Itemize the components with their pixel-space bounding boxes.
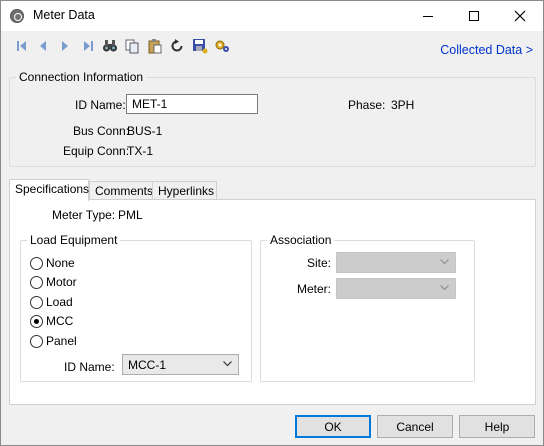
paste-button[interactable]: [146, 37, 164, 55]
first-record-button[interactable]: [13, 37, 31, 55]
meter-type-label: Meter Type:: [52, 208, 116, 222]
association-legend: Association: [267, 233, 335, 247]
meter-data-window: Meter Data Collected Data > Connection I…: [0, 0, 544, 446]
phase-value: 3PH: [391, 98, 415, 112]
radio-none[interactable]: None: [30, 256, 75, 270]
specifications-panel: Meter Type: PML Load Equipment None Moto…: [9, 199, 536, 405]
id-name-field[interactable]: MET-1: [126, 94, 258, 114]
chevron-down-icon: [440, 259, 449, 265]
radio-motor-button[interactable]: [30, 275, 43, 289]
meter-type-value: PML: [118, 208, 143, 222]
chevron-down-icon: [440, 285, 449, 291]
tab-comments[interactable]: Comments: [89, 181, 153, 200]
toolbar: Collected Data >: [1, 31, 543, 61]
radio-none-button[interactable]: [30, 256, 43, 270]
undo-button[interactable]: [168, 37, 186, 55]
radio-panel-label: Panel: [46, 334, 77, 348]
radio-panel-button[interactable]: [30, 334, 43, 348]
app-icon: [10, 9, 24, 23]
radio-motor-label: Motor: [46, 275, 77, 289]
tab-specifications[interactable]: Specifications: [9, 179, 89, 201]
undo-icon: [171, 39, 183, 52]
maximize-icon: [469, 11, 479, 21]
title-bar: Meter Data: [1, 1, 543, 31]
last-icon: [84, 41, 93, 51]
load-equipment-legend: Load Equipment: [27, 233, 121, 247]
close-icon: [514, 10, 526, 22]
equip-conn-value: TX-1: [127, 144, 154, 158]
load-id-name-select[interactable]: MCC-1: [122, 354, 239, 375]
binoculars-find-icon: [103, 40, 117, 52]
find-button[interactable]: [101, 37, 119, 55]
paste-icon: [148, 39, 162, 54]
radio-load[interactable]: Load: [30, 295, 73, 309]
copy-icon: [125, 39, 139, 54]
radio-none-label: None: [46, 256, 75, 270]
maximize-button[interactable]: [451, 1, 497, 31]
minimize-icon: [423, 15, 433, 17]
radio-mcc[interactable]: MCC: [30, 314, 73, 328]
load-id-name-label: ID Name:: [64, 360, 115, 374]
last-record-button[interactable]: [79, 37, 97, 55]
settings-button[interactable]: [213, 37, 231, 55]
id-name-label: ID Name:: [75, 98, 126, 112]
window-title: Meter Data: [33, 8, 95, 22]
help-button[interactable]: Help: [459, 415, 535, 438]
bus-conn-label: Bus Conn:: [73, 124, 130, 138]
chevron-down-icon: [223, 361, 232, 367]
copy-button[interactable]: [123, 37, 141, 55]
next-record-button[interactable]: [56, 37, 74, 55]
load-id-name-value: MCC-1: [128, 358, 166, 372]
bus-conn-value: BUS-1: [127, 124, 163, 138]
minimize-button[interactable]: [405, 1, 451, 31]
first-icon: [17, 41, 26, 51]
radio-mcc-button[interactable]: [30, 314, 43, 328]
site-select[interactable]: [336, 252, 456, 273]
phase-label: Phase:: [348, 98, 386, 112]
next-icon: [62, 41, 68, 51]
tab-hyperlinks[interactable]: Hyperlinks: [152, 181, 217, 200]
equip-conn-label: Equip Conn:: [63, 144, 130, 158]
save-icon: [193, 39, 208, 54]
save-button[interactable]: [191, 37, 209, 55]
connection-information-legend: Connection Information: [16, 70, 147, 84]
previous-icon: [40, 41, 46, 51]
previous-record-button[interactable]: [34, 37, 52, 55]
settings-icon: [215, 40, 229, 52]
radio-load-label: Load: [46, 295, 73, 309]
meter-label: Meter:: [297, 282, 332, 296]
site-label: Site:: [307, 256, 332, 270]
cancel-button[interactable]: Cancel: [377, 415, 453, 438]
ok-button[interactable]: OK: [295, 415, 371, 438]
close-button[interactable]: [497, 1, 543, 31]
radio-mcc-label: MCC: [46, 314, 74, 328]
meter-select[interactable]: [336, 278, 456, 299]
collected-data-link[interactable]: Collected Data >: [440, 43, 533, 57]
radio-load-button[interactable]: [30, 295, 43, 309]
radio-panel[interactable]: Panel: [30, 334, 77, 348]
radio-motor[interactable]: Motor: [30, 275, 77, 289]
